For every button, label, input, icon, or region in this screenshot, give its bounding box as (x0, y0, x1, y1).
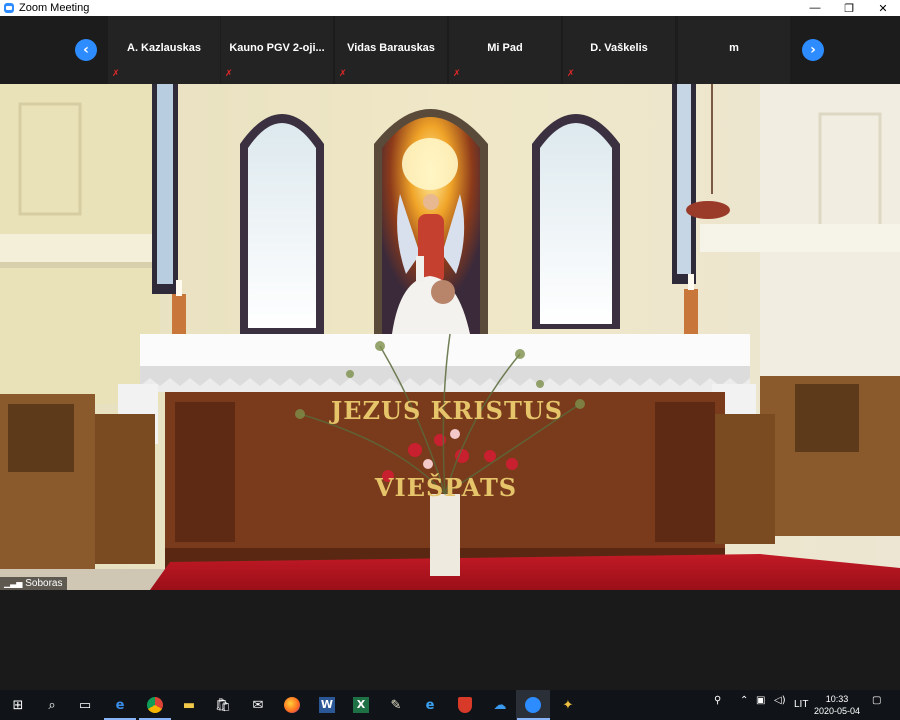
next-page-button[interactable]: › (802, 39, 824, 61)
participant-tile[interactable]: Mi Pad ✗ (449, 16, 561, 84)
speaker-name: Soboras (25, 578, 63, 589)
cloud-icon[interactable]: ☁ (490, 695, 510, 715)
participant-tile[interactable]: D. Vaškelis ✗ (563, 16, 675, 84)
signal-bars-icon: ▁▃▅ (4, 579, 23, 588)
mic-muted-icon: ✗ (112, 69, 120, 79)
participant-tile[interactable]: A. Kazlauskas ✗ (108, 16, 220, 84)
chrome-icon[interactable] (145, 695, 165, 715)
window-title: Zoom Meeting (19, 2, 90, 14)
participant-name: A. Kazlauskas (127, 42, 201, 54)
mail-icon[interactable]: ✉ (248, 695, 268, 715)
close-button[interactable]: ✕ (866, 0, 900, 16)
excel-icon[interactable]: X (351, 695, 371, 715)
altar-inscription-line-2: VIEŠPATS (374, 473, 518, 502)
network-icon[interactable]: ▣ (756, 695, 765, 706)
mic-muted-icon: ✗ (567, 69, 575, 79)
volume-icon[interactable]: ◁) (774, 695, 786, 706)
zoom-icon[interactable] (523, 695, 543, 715)
clock-time: 10:33 (825, 694, 849, 704)
start-icon[interactable]: ⊞ (8, 695, 28, 715)
meeting-background (0, 590, 900, 690)
zoom-logo-icon (4, 3, 14, 13)
windows-taskbar: ⊞ ⌕ ▭ e ▬ 🛍 ✉ W X ✎ e ☁ ✦ ⚲ ⌃ ▣ ◁) LIT 1… (0, 690, 900, 720)
church-altar-scene (0, 84, 900, 590)
paint-icon[interactable]: ✦ (558, 695, 578, 715)
mic-muted-icon: ✗ (453, 69, 461, 79)
app-icon[interactable]: ✎ (386, 695, 406, 715)
chevron-up-icon[interactable]: ⌃ (740, 695, 748, 706)
participant-tile[interactable]: Vidas Barauskas ✗ (335, 16, 447, 84)
speaker-name-label: ▁▃▅ Soboras (0, 577, 67, 590)
clock[interactable]: 10:33 2020-05-04 (812, 693, 862, 717)
minimize-button[interactable]: — (798, 0, 832, 16)
maximize-button[interactable]: ❐ (832, 0, 866, 16)
mic-muted-icon: ✗ (225, 69, 233, 79)
edge-icon[interactable]: e (110, 695, 130, 715)
ie-icon[interactable]: e (420, 695, 440, 715)
task-view-icon[interactable]: ▭ (75, 695, 95, 715)
store-icon[interactable]: 🛍 (213, 695, 233, 715)
clock-date: 2020-05-04 (813, 706, 861, 716)
notifications-icon[interactable]: ▢ (872, 695, 881, 706)
mic-muted-icon: ✗ (339, 69, 347, 79)
search-icon[interactable]: ⌕ (42, 695, 62, 715)
participant-name: Kauno PGV 2-oji... (229, 42, 325, 54)
participant-name: D. Vaškelis (590, 42, 648, 54)
previous-page-button[interactable]: ‹ (75, 39, 97, 61)
people-icon[interactable]: ⚲ (714, 695, 721, 706)
file-explorer-icon[interactable]: ▬ (179, 695, 199, 715)
word-icon[interactable]: W (317, 695, 337, 715)
participant-name: Vidas Barauskas (347, 42, 435, 54)
participant-strip: ‹ A. Kazlauskas ✗ Kauno PGV 2-oji... ✗ V… (0, 16, 900, 84)
participant-tile[interactable]: m (678, 16, 790, 84)
speaker-video: JEZUS KRISTUS VIEŠPATS (0, 84, 900, 590)
altar-inscription-line-1: JEZUS KRISTUS (330, 396, 564, 425)
firefox-icon[interactable] (282, 695, 302, 715)
language-indicator[interactable]: LIT (794, 699, 808, 710)
antivirus-icon[interactable] (455, 695, 475, 715)
participant-tile[interactable]: Kauno PGV 2-oji... ✗ (221, 16, 333, 84)
participant-name: Mi Pad (487, 42, 523, 54)
title-bar: Zoom Meeting — ❐ ✕ (0, 0, 900, 16)
participant-name: m (729, 42, 739, 54)
